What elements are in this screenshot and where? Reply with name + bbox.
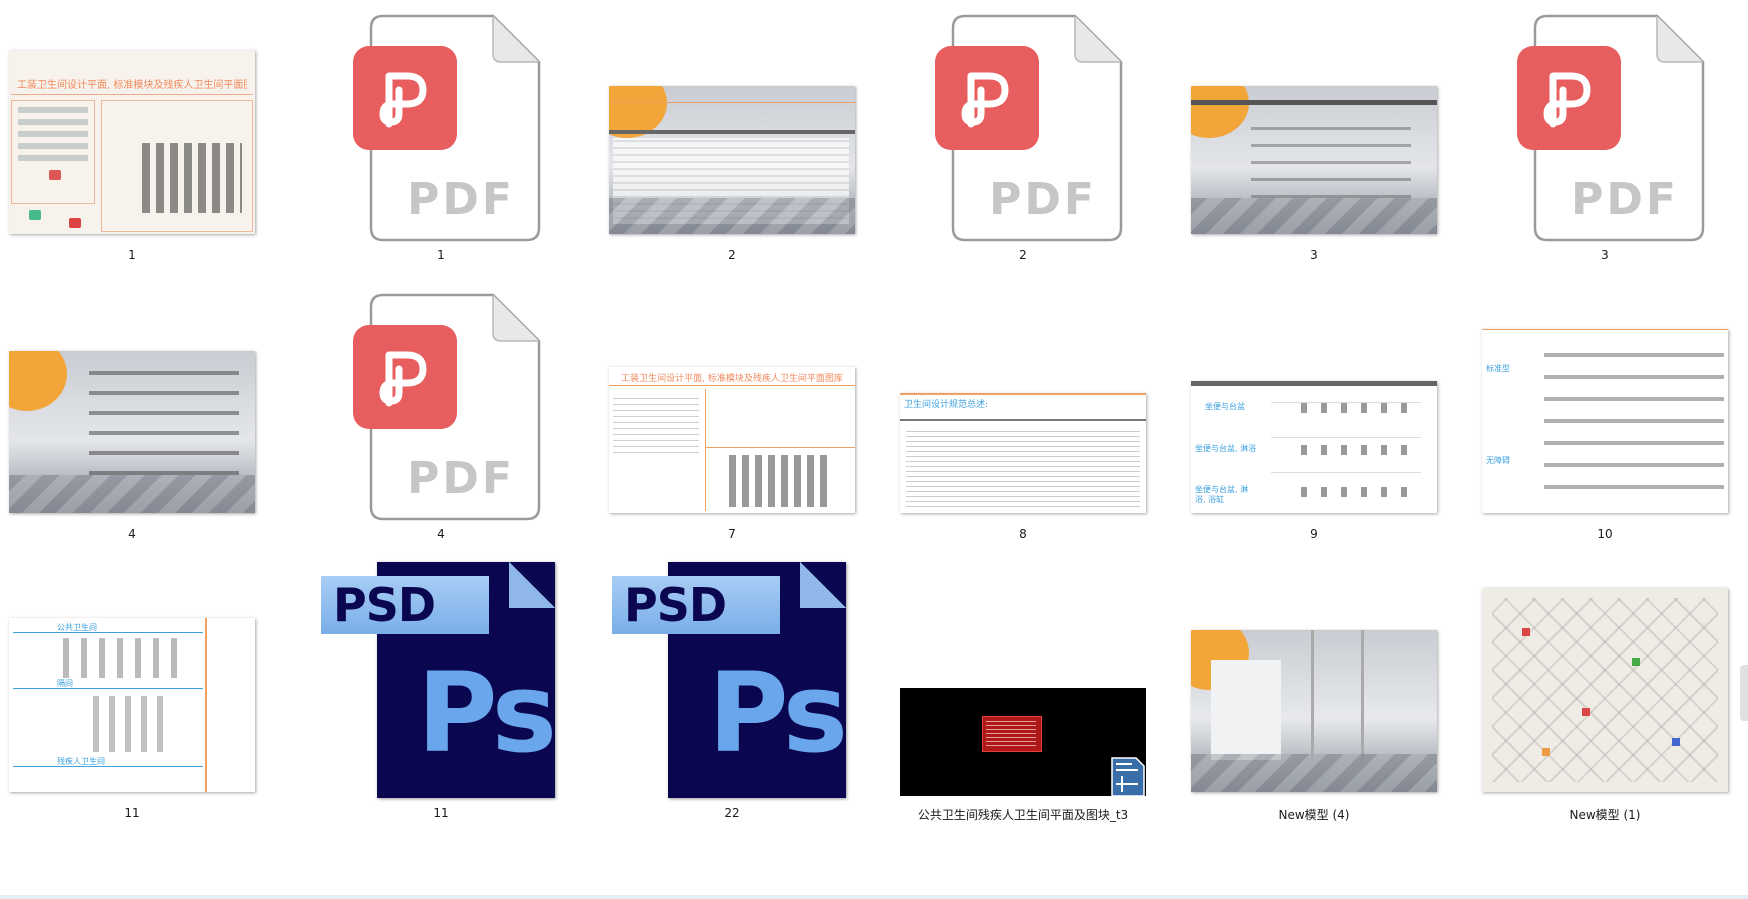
thumbnail [893, 562, 1153, 802]
psd-file-icon: PSD Ps [612, 562, 852, 802]
thumbnail [1475, 562, 1735, 802]
pdf-label: PDF [407, 174, 515, 225]
thumbnail: PDF [1475, 4, 1735, 244]
pdf-logo-icon [353, 46, 457, 150]
file-item[interactable]: 公共卫生间 隔间 残疾人卫生间 11 [2, 562, 262, 824]
pdf-logo-icon [935, 46, 1039, 150]
file-name: 11 [433, 806, 449, 820]
file-item[interactable]: PDF 1 [311, 4, 571, 266]
thumbnail [1184, 4, 1444, 244]
pdf-file-icon: PDF [935, 14, 1123, 244]
pdf-label: PDF [989, 174, 1097, 225]
scene-preview [1191, 630, 1437, 792]
file-name: 3 [1601, 248, 1609, 262]
pdf-label: PDF [1571, 174, 1679, 225]
layout-preview: 工装卫生间设计平面, 标准模块及残疾人卫生间平面图库 [609, 367, 855, 513]
file-name: 公共卫生间残疾人卫生间平面及图块_t3 [917, 808, 1129, 822]
file-item[interactable]: 工装卫生间设计平面, 标准模块及残疾人卫生间平面图库 7 [602, 283, 862, 545]
divider [11, 94, 253, 95]
file-name: New模型 (4) [1278, 808, 1350, 822]
row-label: 坐便与台盆 [1205, 402, 1245, 411]
thumbnail [602, 4, 862, 244]
scene-preview [9, 351, 255, 513]
file-name: 9 [1310, 527, 1318, 541]
layout-preview: 公共卫生间 隔间 残疾人卫生间 [9, 618, 255, 792]
cad-file-icon [1111, 757, 1145, 797]
file-name: 1 [437, 248, 445, 262]
thumbnail: PSD Ps [602, 562, 862, 802]
file-name: 22 [724, 806, 740, 820]
pdf-file-icon: PDF [353, 14, 541, 244]
thumbnail: PDF [311, 4, 571, 244]
thumbnail: 工装卫生间设计平面, 标准模块及残疾人卫生间平面图库 [2, 4, 262, 244]
file-item[interactable]: 工装卫生间设计平面, 标准模块及残疾人卫生间平面图库 1 [2, 4, 262, 266]
panel [11, 100, 95, 204]
file-grid: 工装卫生间设计平面, 标准模块及残疾人卫生间平面图库 1 PDF 1 2 PDF… [0, 0, 1748, 899]
layout-preview: 卫生间设计规范总述: [900, 393, 1146, 513]
panel [101, 100, 253, 232]
preview-title: 卫生间设计规范总述: [904, 400, 989, 410]
iso-collage-preview [1482, 588, 1728, 792]
preview-title: 工装卫生间设计平面, 标准模块及残疾人卫生间平面图库 [621, 374, 843, 384]
file-item[interactable]: New模型 (4) [1184, 562, 1444, 824]
psd-file-icon: PSD Ps [321, 562, 561, 802]
photoshop-logo-icon: Ps [417, 649, 557, 777]
pdf-logo-icon [353, 325, 457, 429]
scene-preview [1191, 86, 1437, 234]
psd-tag: PSD [612, 576, 780, 634]
row-label: 标准型 [1486, 364, 1510, 373]
file-item[interactable]: New模型 (1) [1475, 562, 1735, 824]
file-item[interactable]: 坐便与台盆 坐便与台盆, 淋浴 坐便与台盆, 淋浴, 浴缸 9 [1184, 283, 1444, 545]
file-item[interactable]: 标准型 无障碍 10 [1475, 283, 1735, 545]
file-name: 2 [1019, 248, 1027, 262]
status-strip [0, 895, 1748, 899]
thumbnail: PDF [893, 4, 1153, 244]
preview-title: 工装卫生间设计平面, 标准模块及残疾人卫生间平面图库 [17, 80, 247, 91]
file-item[interactable]: PDF 4 [311, 283, 571, 545]
file-item[interactable]: 公共卫生间残疾人卫生间平面及图块_t3 [893, 562, 1153, 824]
file-name: 4 [437, 527, 445, 541]
pdf-label: PDF [407, 453, 515, 504]
file-item[interactable]: 4 [2, 283, 262, 545]
thumbnail: PDF [311, 283, 571, 523]
thumbnail: 工装卫生间设计平面, 标准模块及残疾人卫生间平面图库 [602, 283, 862, 523]
file-item[interactable]: PDF 3 [1475, 4, 1735, 266]
file-item[interactable]: 2 [602, 4, 862, 266]
cad-preview [900, 688, 1146, 797]
thumbnail: 公共卫生间 隔间 残疾人卫生间 [2, 562, 262, 802]
photoshop-logo-icon: Ps [708, 649, 848, 777]
scene-preview [609, 86, 855, 234]
row-label: 坐便与台盆, 淋浴, 浴缸 [1195, 485, 1249, 504]
file-item[interactable]: PSD Ps 22 [602, 562, 862, 824]
row-label: 坐便与台盆, 淋浴 [1195, 444, 1257, 453]
file-name: 4 [128, 527, 136, 541]
file-name: 1 [128, 248, 136, 262]
thumbnail [1184, 562, 1444, 802]
file-name: 10 [1597, 527, 1613, 541]
file-item[interactable]: PSD Ps 11 [311, 562, 571, 824]
file-item[interactable]: 3 [1184, 4, 1444, 266]
pdf-file-icon: PDF [353, 293, 541, 523]
file-name: New模型 (1) [1569, 808, 1641, 822]
layout-preview: 标准型 无障碍 [1482, 329, 1728, 513]
file-name: 2 [728, 248, 736, 262]
pdf-file-icon: PDF [1517, 14, 1705, 244]
thumbnail: 标准型 无障碍 [1475, 283, 1735, 523]
file-item[interactable]: 卫生间设计规范总述: 8 [893, 283, 1153, 545]
file-name: 7 [728, 527, 736, 541]
thumbnail: 卫生间设计规范总述: [893, 283, 1153, 523]
file-name: 3 [1310, 248, 1318, 262]
file-item[interactable]: PDF 2 [893, 4, 1153, 266]
layout-preview: 坐便与台盆 坐便与台盆, 淋浴 坐便与台盆, 淋浴, 浴缸 [1191, 381, 1437, 513]
thumbnail: PSD Ps [311, 562, 571, 802]
scrollbar-thumb[interactable] [1740, 665, 1748, 721]
thumbnail [2, 283, 262, 523]
pdf-logo-icon [1517, 46, 1621, 150]
file-name: 8 [1019, 527, 1027, 541]
plan-collage-preview: 工装卫生间设计平面, 标准模块及残疾人卫生间平面图库 [9, 50, 255, 234]
psd-tag: PSD [321, 576, 489, 634]
row-label: 无障碍 [1486, 456, 1510, 465]
thumbnail: 坐便与台盆 坐便与台盆, 淋浴 坐便与台盆, 淋浴, 浴缸 [1184, 283, 1444, 523]
file-name: 11 [124, 806, 140, 820]
